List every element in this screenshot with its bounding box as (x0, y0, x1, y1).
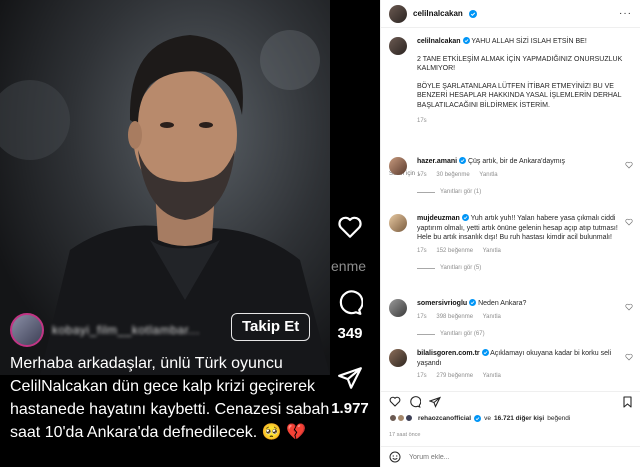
reel-author-avatar[interactable] (10, 313, 44, 347)
post-actions-bar (381, 391, 640, 413)
reply-button[interactable]: Yanıtla (479, 172, 497, 178)
author-avatar[interactable] (389, 4, 407, 23)
reel-author[interactable]: kobayi_film__kotlambar... (10, 313, 200, 347)
comment-username[interactable]: somersivrioglu (417, 300, 467, 307)
caption-line: 2 TANE ETKİLEŞİM ALMAK İÇİN YAPMADIĞINIZ… (417, 55, 623, 73)
comment-like-icon[interactable] (625, 218, 633, 226)
verified-badge-icon (469, 299, 477, 306)
reel-author-username[interactable]: kobayi_film__kotlambar... (52, 323, 200, 337)
liker-avatar (397, 414, 405, 422)
verified-badge-icon (474, 414, 482, 422)
share-count: 1.977 (331, 400, 369, 417)
heart-icon (338, 216, 362, 238)
view-replies-label: Yanıtları gör (1) (440, 189, 482, 195)
reply-button[interactable]: Yanıtla (483, 373, 501, 379)
verified-badge-icon (462, 37, 470, 44)
view-replies-button[interactable]: Yanıtları gör (67) (417, 330, 633, 340)
commenter-avatar[interactable] (389, 299, 407, 317)
post-detail-panel: celilnalcakan ··· celilnalcakan YAHU ALL… (380, 0, 640, 467)
comment-time: 17s (417, 313, 427, 320)
caption-time: 17s (417, 118, 427, 124)
comments-list: celilnalcakan YAHU ALLAH SİZİ ISLAH ETSİ… (381, 29, 640, 390)
comment-bubble-icon[interactable] (409, 396, 421, 408)
comment-time: 17s (417, 373, 427, 379)
comment-input[interactable] (409, 453, 633, 461)
caption-line: YAHU ALLAH SİZİ ISLAH ETSİN BE! (471, 38, 587, 45)
paper-plane-icon (338, 367, 362, 389)
comment-bubble-icon (339, 290, 364, 315)
verified-badge-icon (481, 349, 489, 356)
comment-count: 349 (337, 325, 363, 342)
comment-item: hazer.amani Çüş artık, bir de Ankara'day… (389, 157, 633, 198)
comment-button[interactable]: 349 (330, 290, 370, 342)
add-comment-bar (381, 446, 640, 467)
comment-like-icon[interactable] (625, 303, 633, 311)
view-replies-label: Yanıtları gör (67) (440, 331, 485, 337)
comment-time: 17s (417, 171, 427, 178)
post-caption: celilnalcakan YAHU ALLAH SİZİ ISLAH ETSİ… (389, 37, 633, 127)
comment-text: Neden Ankara? (478, 300, 527, 307)
comment-item: bilalisgoren.com.tr Açıklamayı okuyana k… (389, 349, 633, 382)
comment-likes[interactable]: 152 beğenme (436, 248, 473, 254)
comment-likes[interactable]: 30 beğenme (436, 172, 469, 178)
caption-username[interactable]: celilnalcakan (417, 38, 461, 45)
comment-like-icon[interactable] (625, 161, 633, 169)
author-username[interactable]: celilnalcakan (413, 9, 463, 18)
reel-side-text: enme (331, 258, 367, 274)
comment-item: somersivrioglu Neden Ankara? 17s 398 beğ… (389, 299, 633, 340)
reel-caption: Merhaba arkadaşlar, ünlü Türk oyuncu Cel… (10, 355, 330, 441)
verified-badge-icon (461, 214, 469, 221)
verified-badge-icon (468, 9, 477, 18)
commenter-avatar[interactable] (389, 349, 407, 367)
reply-button[interactable]: Yanıtla (483, 248, 501, 254)
more-options-button[interactable]: ··· (619, 8, 632, 19)
view-replies-button[interactable]: Yanıtları gör (5) (417, 264, 633, 274)
likes-connector: ve (484, 414, 491, 422)
comment-username[interactable]: hazer.amani (417, 158, 457, 165)
reply-button[interactable]: Yanıtla (483, 314, 501, 320)
comment-username[interactable]: bilalisgoren.com.tr (417, 350, 480, 357)
comment-like-icon[interactable] (625, 353, 633, 361)
liker-username[interactable]: rehaozcanofficial (418, 415, 471, 422)
likes-suffix: beğendi (547, 414, 571, 422)
likes-summary[interactable]: rehaozcanofficial ve 16.721 diğer kişi b… (389, 414, 570, 422)
like-button[interactable] (330, 215, 370, 244)
share-button[interactable]: 1.977 (330, 365, 370, 417)
post-header: celilnalcakan ··· (381, 0, 640, 28)
heart-icon[interactable] (389, 396, 401, 407)
comment-likes[interactable]: 279 beğenme (436, 373, 473, 379)
paper-plane-icon[interactable] (429, 396, 441, 408)
comment-text: Çüş artık, bir de Ankara'daymış (467, 158, 566, 165)
follow-button[interactable]: Takip Et (231, 313, 311, 341)
comment-item: mujdeuzman Yuh artık yuh!! Yalan habere … (389, 214, 633, 274)
reel-panel: kobayi_film__kotlambar... Takip Et Merha… (0, 0, 380, 467)
bookmark-icon[interactable] (622, 396, 633, 408)
liker-avatar (405, 414, 413, 422)
commenter-avatar[interactable] (389, 214, 407, 232)
emoji-icon[interactable] (389, 451, 401, 463)
comment-likes[interactable]: 398 beğenme (436, 314, 473, 320)
verified-badge-icon (459, 157, 467, 164)
likes-count[interactable]: 16.721 diğer kişi (494, 415, 544, 422)
caption-author-avatar[interactable] (389, 37, 407, 55)
post-timestamp: 17 saat önce (389, 432, 421, 438)
comment-time: 17s (417, 247, 427, 254)
caption-line: BÖYLE ŞARLATANLARA LÜTFEN İTİBAR ETMEYİN… (417, 82, 622, 109)
comment-username[interactable]: mujdeuzman (417, 215, 460, 222)
view-replies-label: Yanıtları gör (5) (440, 265, 482, 271)
view-replies-button[interactable]: Yanıtları gör (1) (417, 188, 633, 198)
commenter-avatar[interactable] (389, 157, 407, 175)
liker-avatar (389, 414, 397, 422)
